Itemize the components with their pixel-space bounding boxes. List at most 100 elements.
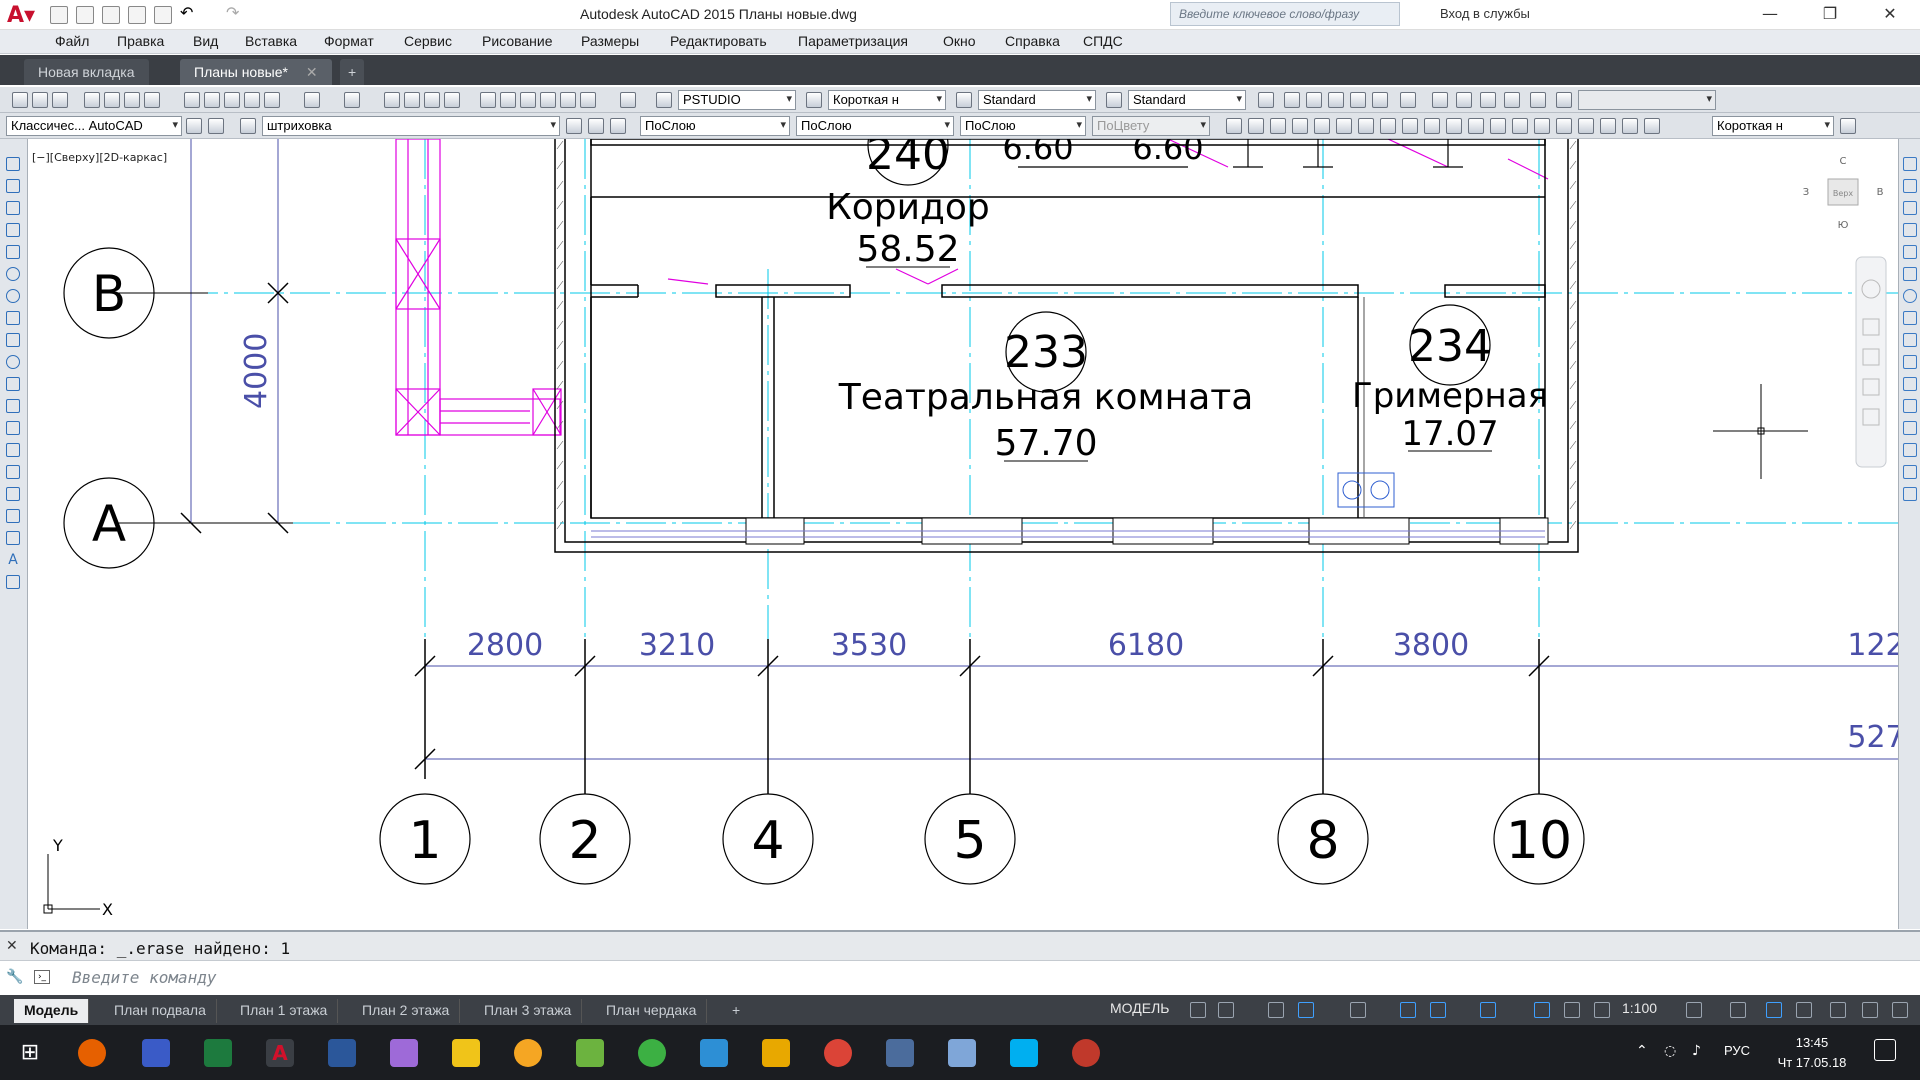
network-icon[interactable]: ◌ (1664, 1043, 1676, 1059)
dim-aligned-icon[interactable] (1248, 118, 1264, 134)
copy-tool-icon[interactable] (1903, 179, 1917, 193)
model-space-button[interactable]: МОДЕЛЬ (1110, 1000, 1169, 1016)
table-style-select[interactable]: Standard (978, 90, 1096, 110)
text-style-icon[interactable] (656, 92, 672, 108)
restore-button[interactable]: ❐ (1810, 4, 1850, 26)
menu-tools[interactable]: Сервис (404, 33, 452, 49)
color-tool-3-icon[interactable] (1504, 92, 1520, 108)
region-tool-icon[interactable] (6, 509, 20, 523)
layer-state-icon[interactable] (610, 118, 626, 134)
dim-break-icon[interactable] (1490, 118, 1506, 134)
layout-icon[interactable] (1258, 92, 1274, 108)
signin-button[interactable]: Вход в службы (1440, 6, 1530, 21)
color-tool-2-icon[interactable] (1480, 92, 1496, 108)
plot-icon[interactable] (154, 6, 172, 24)
isolate-objects-icon[interactable] (1830, 1002, 1846, 1018)
save-icon[interactable] (102, 6, 120, 24)
jogged-linear-icon[interactable] (1578, 118, 1594, 134)
point-tool-icon[interactable] (6, 443, 20, 457)
volume-icon[interactable]: ♪ (1692, 1043, 1701, 1059)
plot-icon[interactable] (84, 92, 100, 108)
make-current-icon[interactable] (566, 118, 582, 134)
markup-icon[interactable] (560, 92, 576, 108)
3dprint-icon[interactable] (144, 92, 160, 108)
publish-icon[interactable] (124, 92, 140, 108)
zoom-realtime-icon[interactable] (404, 92, 420, 108)
menu-parametric[interactable]: Параметризация (798, 33, 908, 49)
polyline-tool-icon[interactable] (6, 201, 20, 215)
menu-dimensions[interactable]: Размеры (581, 33, 639, 49)
menu-view[interactable]: Вид (193, 33, 218, 49)
dim-space-icon[interactable] (1468, 118, 1484, 134)
table-style-icon[interactable] (956, 92, 972, 108)
layer-previous-icon[interactable] (588, 118, 604, 134)
table-tool-icon[interactable] (6, 531, 20, 545)
room-233[interactable]: 233 Театральная комната 57.70 (838, 311, 1254, 464)
autocad-taskbar-icon[interactable]: A (266, 1039, 294, 1067)
layout-tab-model[interactable]: Модель (14, 999, 90, 1023)
zoom-previous-icon[interactable] (444, 92, 460, 108)
explode-tool-icon[interactable] (1903, 487, 1917, 501)
viewport-label[interactable]: [−][Сверху][2D-каркас] (32, 151, 167, 164)
linetype-select[interactable]: ПоСлою (796, 116, 954, 136)
app-icon-8[interactable] (1072, 1039, 1100, 1067)
dim-style-select[interactable]: Короткая н (828, 90, 946, 110)
layout-tab-floor3[interactable]: План 3 этажа (474, 999, 583, 1023)
workspace-select[interactable]: Классичес... AutoCAD (6, 116, 182, 136)
menu-spds[interactable]: СПДС (1083, 33, 1123, 49)
add-selected-tool-icon[interactable] (6, 575, 20, 589)
center-mark-icon[interactable] (1534, 118, 1550, 134)
properties-icon[interactable] (480, 92, 496, 108)
copy-icon[interactable] (204, 92, 220, 108)
layout-tab-floor1[interactable]: План 1 этажа (230, 999, 339, 1023)
close-tab-icon[interactable]: ✕ (306, 64, 318, 80)
calculator-icon[interactable] (580, 92, 596, 108)
offset-tool-icon[interactable] (1903, 223, 1917, 237)
array-tool-icon[interactable] (1903, 245, 1917, 259)
word-icon[interactable] (328, 1039, 356, 1067)
workspace-settings-icon[interactable] (186, 118, 202, 134)
text-style-select[interactable]: PSTUDIO (678, 90, 796, 110)
preview-icon[interactable] (104, 92, 120, 108)
dim-text-edit-icon[interactable] (1622, 118, 1638, 134)
polar-icon[interactable] (1298, 1002, 1314, 1018)
clock[interactable]: 13:45 Чт 17.05.18 (1772, 1033, 1852, 1073)
lock-ui-icon[interactable] (208, 118, 224, 134)
snap-icon[interactable] (1218, 1002, 1234, 1018)
skype-icon[interactable] (1010, 1039, 1038, 1067)
workspace-gear-icon[interactable] (1686, 1002, 1702, 1018)
axis-bubble-4[interactable]: 4 (751, 811, 784, 871)
fillet-tool-icon[interactable] (1903, 465, 1917, 479)
ortho-icon[interactable] (1268, 1002, 1284, 1018)
qnew-icon[interactable] (12, 92, 28, 108)
viewcube[interactable]: С З В Ю Верх (1803, 156, 1884, 231)
room-234[interactable]: 234 Гримерная 17.07 (1352, 304, 1548, 454)
windows-start-icon[interactable]: ⊞ (16, 1039, 44, 1067)
customize-wrench-icon[interactable]: 🔧 (6, 969, 23, 985)
chrome-icon[interactable] (824, 1039, 852, 1067)
viewport-1-icon[interactable] (1284, 92, 1300, 108)
dim-baseline-icon[interactable] (1424, 118, 1440, 134)
revcloud-tool-icon[interactable] (6, 311, 20, 325)
dim-continue-icon[interactable] (1446, 118, 1462, 134)
dim-radius-icon[interactable] (1314, 118, 1330, 134)
autocad-logo-icon[interactable]: A▾ (0, 0, 42, 30)
save-disk-icon[interactable] (142, 1039, 170, 1067)
layer-select[interactable]: штриховка (262, 116, 560, 136)
axis-bubble-2[interactable]: 2 (568, 811, 601, 871)
grid-icon[interactable] (1190, 1002, 1206, 1018)
dim-linear-icon[interactable] (1226, 118, 1242, 134)
ellipse-tool-icon[interactable] (6, 355, 20, 369)
axis-bubble-5[interactable]: 5 (953, 811, 986, 871)
axis-bubble-1[interactable]: 1 (408, 811, 441, 871)
dim-update-icon[interactable] (1644, 118, 1660, 134)
plotstyle-select[interactable]: ПоЦвету (1092, 116, 1210, 136)
dim-ordinate-icon[interactable] (1292, 118, 1308, 134)
zoom-window-icon[interactable] (424, 92, 440, 108)
insert-block-tool-icon[interactable] (6, 399, 20, 413)
app-icon-1[interactable] (390, 1039, 418, 1067)
menu-window[interactable]: Окно (943, 33, 976, 49)
polygon-tool-icon[interactable] (6, 223, 20, 237)
mirror-tool-icon[interactable] (1903, 201, 1917, 215)
move-tool-icon[interactable] (1903, 267, 1917, 281)
